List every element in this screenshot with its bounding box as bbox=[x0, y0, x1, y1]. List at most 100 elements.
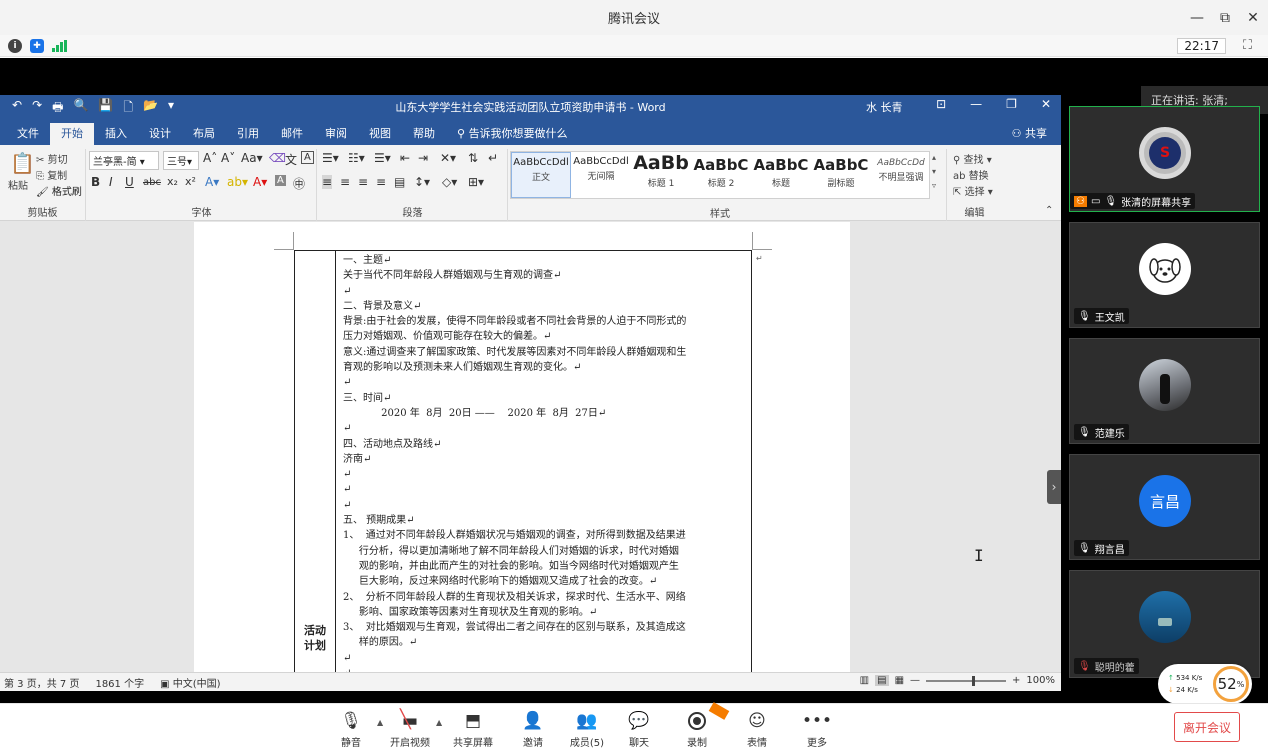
proofing-language[interactable]: ▣ 中文(中国) bbox=[160, 675, 220, 690]
invite-button[interactable]: 👤 邀请 bbox=[506, 710, 560, 749]
align-center-icon[interactable]: ≡ bbox=[340, 175, 350, 189]
style-heading-2[interactable]: AaBbC 标题 2 bbox=[691, 152, 751, 198]
bullets-icon[interactable]: ☰▾ bbox=[322, 151, 339, 165]
web-layout-icon[interactable]: ▦ bbox=[895, 675, 904, 686]
tab-layout[interactable]: 布局 bbox=[182, 123, 226, 145]
tab-home[interactable]: 开始 bbox=[50, 123, 94, 145]
document-canvas[interactable]: 活动 计划 一、主题↵ 关于当代不同年龄段人群婚姻观与生育观的调查↵ ↵ 二、背景及意… bbox=[0, 222, 1061, 672]
numbering-icon[interactable]: ☷▾ bbox=[348, 151, 365, 165]
document-line[interactable]: 五、 预期成果↵ bbox=[343, 513, 747, 528]
italic-button[interactable]: I bbox=[109, 175, 113, 189]
replace-button[interactable]: ab 替换 bbox=[953, 167, 989, 182]
select-button[interactable]: ⇱ 选择 ▾ bbox=[953, 183, 993, 198]
document-line[interactable]: 样的原因。↵ bbox=[343, 635, 747, 650]
document-line[interactable]: 背景:由于社会的发展，使得不同年龄段或者不同社会背景的人迫于不同形式的 bbox=[343, 314, 747, 329]
text-effects-icon[interactable]: A▾ bbox=[205, 175, 219, 189]
fullscreen-icon[interactable]: ⛶ bbox=[1243, 38, 1252, 53]
tab-file[interactable]: 文件 bbox=[6, 123, 50, 145]
justify-icon[interactable]: ≡ bbox=[376, 175, 386, 189]
tab-references[interactable]: 引用 bbox=[226, 123, 270, 145]
increase-indent-icon[interactable]: ⇥ bbox=[418, 151, 428, 165]
document-line[interactable]: 三、时间↵ bbox=[343, 391, 747, 406]
tab-design[interactable]: 设计 bbox=[138, 123, 182, 145]
shrink-font-icon[interactable]: A˅ bbox=[221, 151, 235, 165]
style-no-spacing[interactable]: AaBbCcDdl 无间隔 bbox=[571, 152, 631, 198]
underline-button[interactable]: U bbox=[125, 175, 134, 189]
document-line[interactable]: 育观的影响以及预测未来人们婚姻观生育观的变化。↵ bbox=[343, 360, 747, 375]
zoom-level[interactable]: 100% bbox=[1026, 675, 1055, 686]
enclose-char-icon[interactable]: ㊥ bbox=[293, 175, 305, 192]
align-left-icon[interactable]: ≡ bbox=[322, 175, 333, 189]
minimize-button[interactable]: — bbox=[1190, 10, 1204, 26]
font-name-select[interactable]: 兰亭黑-简 ▾ bbox=[89, 151, 159, 170]
grow-font-icon[interactable]: A˄ bbox=[203, 151, 217, 165]
tab-mailings[interactable]: 邮件 bbox=[270, 123, 314, 145]
restore-button[interactable]: ⧉ bbox=[1218, 10, 1232, 26]
find-button[interactable]: ⚲ 查找 ▾ bbox=[953, 151, 992, 166]
multilevel-list-icon[interactable]: ☰▾ bbox=[374, 151, 391, 165]
style-normal[interactable]: AaBbCcDdl 正文 bbox=[511, 152, 571, 198]
document-line[interactable]: ↵ bbox=[343, 421, 747, 436]
styles-scroll-icon[interactable]: ▴ ▾ ▿ bbox=[932, 151, 936, 193]
font-color-icon[interactable]: A▾ bbox=[253, 175, 267, 189]
document-line[interactable]: ↵ bbox=[343, 498, 747, 513]
cut-button[interactable]: ✂ 剪切 bbox=[36, 151, 68, 166]
tab-view[interactable]: 视图 bbox=[358, 123, 402, 145]
emoji-button[interactable]: ☺ 表情 bbox=[730, 710, 784, 749]
participant-tile[interactable]: 🎙 聪明的藿 bbox=[1069, 570, 1260, 678]
strikethrough-button[interactable]: abc bbox=[143, 177, 161, 188]
word-close-button[interactable]: ✕ bbox=[1041, 97, 1051, 111]
leave-meeting-button[interactable]: 离开会议 bbox=[1174, 712, 1240, 742]
document-line[interactable]: ↵ bbox=[343, 651, 747, 666]
document-line[interactable]: 影响、国家政策等因素对生育现状及生育观的影响。↵ bbox=[343, 605, 747, 620]
copy-button[interactable]: ⎘ 复制 bbox=[36, 167, 67, 182]
participant-tile[interactable]: 🎙 王文凯 bbox=[1069, 222, 1260, 328]
zoom-slider-thumb[interactable] bbox=[972, 675, 976, 686]
shield-icon[interactable]: ✚ bbox=[30, 38, 44, 53]
paste-button[interactable]: 粘贴 bbox=[8, 177, 28, 192]
network-status[interactable]: ↑ 534 K/s ↓ 24 K/s 52% bbox=[1158, 664, 1252, 704]
document-line[interactable]: 行分析，得以更加清晰地了解不同年龄段人们对婚姻的诉求，时代对婚姻 bbox=[343, 544, 747, 559]
document-line[interactable]: ↵ bbox=[343, 482, 747, 497]
share-button[interactable]: ⚇ 共享 bbox=[1012, 125, 1047, 141]
document-line[interactable]: 意义:通过调查来了解国家政策、时代发展等因素对不同年龄段人群婚姻观和生 bbox=[343, 345, 747, 360]
participant-tile[interactable]: S ⚇ ▭ 🎙 张清的屏幕共享 bbox=[1069, 106, 1260, 212]
chinese-layout-icon[interactable]: ✕▾ bbox=[440, 151, 456, 165]
style-heading-1[interactable]: AaBb 标题 1 bbox=[631, 152, 691, 198]
highlight-icon[interactable]: ab▾ bbox=[227, 175, 248, 189]
format-painter-button[interactable]: 🖌 格式刷 bbox=[36, 183, 82, 198]
tab-help[interactable]: 帮助 bbox=[402, 123, 446, 145]
word-minimize-button[interactable]: — bbox=[970, 97, 982, 111]
share-screen-button[interactable]: ⬒ 共享屏幕 bbox=[446, 710, 500, 749]
video-options-caret-icon[interactable]: ▲ bbox=[436, 718, 442, 727]
read-mode-icon[interactable]: ▥ bbox=[860, 675, 869, 686]
document-line[interactable]: 四、活动地点及路线↵ bbox=[343, 437, 747, 452]
document-line[interactable]: ↵ bbox=[343, 375, 747, 390]
chevron-right-icon[interactable]: › bbox=[1047, 470, 1061, 504]
document-line[interactable]: 二、背景及意义↵ bbox=[343, 299, 747, 314]
char-shading-icon[interactable]: A bbox=[275, 175, 286, 186]
members-button[interactable]: 👥 成员(5) bbox=[560, 710, 614, 749]
document-line[interactable]: 济南↵ bbox=[343, 452, 747, 467]
change-case-button[interactable]: Aa▾ bbox=[241, 151, 263, 165]
start-video-button[interactable]: ▬ ╲ 开启视频 bbox=[383, 709, 437, 749]
info-icon[interactable]: i bbox=[8, 38, 22, 53]
decrease-indent-icon[interactable]: ⇤ bbox=[400, 151, 410, 165]
align-right-icon[interactable]: ≡ bbox=[358, 175, 368, 189]
document-line[interactable]: 压力对婚姻观、价值观可能存在较大的偏差。↵ bbox=[343, 329, 747, 344]
style-subtle-emphasis[interactable]: AaBbCcDd 不明显强调 bbox=[871, 152, 931, 198]
tell-me-search[interactable]: ⚲ 告诉我你想要做什么 bbox=[446, 123, 579, 145]
clear-format-icon[interactable]: ⌫ bbox=[269, 151, 286, 165]
document-line[interactable]: 2、 分析不同年龄段人群的生育现状及相关诉求，探求时代、生活水平、网络 bbox=[343, 590, 747, 605]
document-line[interactable]: 观的影响，并由此而产生的对社会的影响。如当今网络时代对婚姻观产生 bbox=[343, 559, 747, 574]
borders-icon[interactable]: ⊞▾ bbox=[468, 175, 484, 189]
distributed-icon[interactable]: ▤ bbox=[394, 175, 405, 189]
document-line[interactable]: ↵ bbox=[343, 284, 747, 299]
style-title[interactable]: AaBbC 标题 bbox=[751, 152, 811, 198]
document-line[interactable]: 1、 通过对不同年龄段人群婚姻状况与婚姻观的调查，对所得到数据及结果进 bbox=[343, 528, 747, 543]
ribbon-display-icon[interactable]: ⊡ bbox=[936, 97, 946, 111]
tab-review[interactable]: 审阅 bbox=[314, 123, 358, 145]
document-line[interactable]: 关于当代不同年龄段人群婚姻观与生育观的调查↵ bbox=[343, 268, 747, 283]
sort-icon[interactable]: ⇅ bbox=[468, 151, 478, 165]
document-page[interactable]: 活动 计划 一、主题↵ 关于当代不同年龄段人群婚姻观与生育观的调查↵ ↵ 二、背景及意… bbox=[194, 222, 850, 672]
